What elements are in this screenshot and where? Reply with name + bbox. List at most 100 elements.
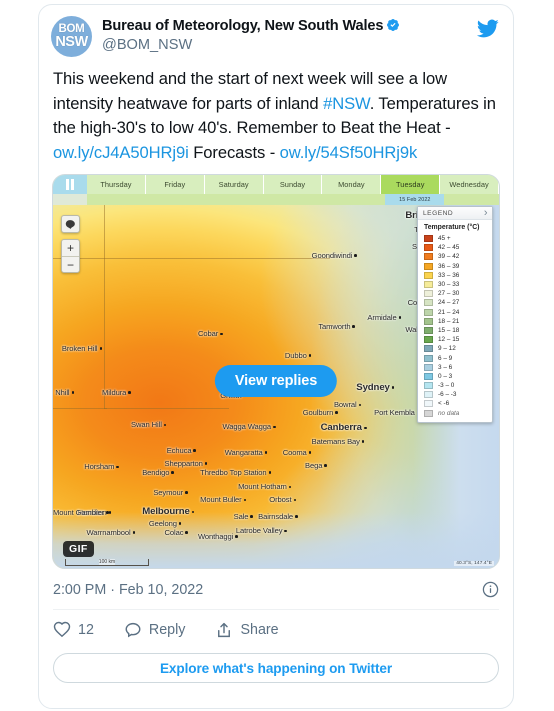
map-city-label: Bairnsdale [258,511,298,521]
map-city-name: Horsham [84,462,115,472]
like-action[interactable]: 12 [53,621,94,639]
legend-swatch [424,354,433,362]
legend-row: 42 – 45 [418,243,492,252]
map-city-label: Mildura [102,388,131,397]
legend-row: 18 – 21 [418,317,492,326]
legend-title: Temperature (°C) [424,224,480,231]
map-city-dot-icon [250,515,254,518]
map-city-dot-icon [273,425,276,429]
map-city-name: Nhill [55,387,70,397]
zoom-in-button[interactable]: + [62,240,79,256]
legend-label: 24 – 27 [438,299,460,307]
pause-icon[interactable] [53,175,87,194]
legend-label: 9 – 12 [438,345,456,353]
border-vic-sa [53,407,107,409]
legend-header[interactable]: LEGEND › [418,207,492,220]
forecast-day-tab-thursday[interactable]: Thursday [87,175,146,194]
map-city-name: Cobar [197,329,219,339]
tweet-timestamp[interactable]: 2:00 PM · Feb 10, 2022 [53,582,203,598]
forecast-day-tab-monday[interactable]: Monday [322,175,382,194]
reply-label: Reply [148,622,186,638]
map-city-name: Orbost [269,495,292,505]
reply-bubble-icon[interactable] [124,621,142,639]
map-city-dot-icon [108,511,112,514]
share-arrow-icon[interactable] [215,621,233,639]
legend-swatch [424,299,433,307]
australia-home-icon[interactable] [61,215,80,233]
avatar-line-2: NSW [55,33,88,50]
explore-twitter-button[interactable]: Explore what's happening on Twitter [53,653,499,683]
map-city-dot-icon [264,451,268,454]
display-name[interactable]: Bureau of Meteorology, New South Wales [102,18,383,34]
forecast-date-chip: 15 Feb 2022 [385,194,445,205]
legend-row: 30 – 33 [418,280,492,289]
chevron-right-icon[interactable]: › [484,208,488,219]
map-city-label: Mount Hotham [238,482,292,492]
map-city-name: Thredbo Top Station [200,467,267,477]
map-legend[interactable]: LEGEND › Temperature (°C) 45 +42 – 45 39 … [417,206,493,423]
zoom-out-button[interactable]: − [62,256,79,272]
map-city-label: Wagga Wagga [222,422,276,432]
map-city-label: Tamworth [318,322,356,331]
map-city-name: Wonthaggi [197,531,234,541]
forecasts-link[interactable]: ow.ly/54Sf50HRj9k [280,143,418,162]
map-city-label: Nhill [55,387,75,397]
map-zoom-controls[interactable]: + − [61,239,80,273]
gif-badge: GIF [63,541,94,557]
legend-row: 15 – 18 [418,326,492,335]
beat-the-heat-link[interactable]: ow.ly/cJ4A50HRj9i [53,143,189,162]
twitter-bird-icon[interactable] [476,17,499,40]
legend-swatch [424,281,433,289]
forecast-day-tab-saturday[interactable]: Saturday [204,175,264,194]
forecast-day-tab-friday[interactable]: Friday [145,175,205,194]
map-city-name: Wagga Wagga [222,422,272,432]
map-city-label: Latrobe Valley [236,526,288,535]
map-city-dot-icon [308,354,312,357]
legend-label: no data [438,409,460,417]
legend-row: 39 – 42 [418,252,492,261]
verified-badge-icon [386,18,400,32]
legend-row: 3 – 6 [418,363,492,372]
forecast-day-tab-wednesday[interactable]: Wednesday [440,175,499,194]
map-city-dot-icon [293,498,297,502]
map-city-dot-icon [191,510,195,514]
map-city-name: Shepparton [164,458,203,468]
legend-swatch [424,317,433,325]
legend-swatch [424,271,433,279]
legend-row: 21 – 24 [418,308,492,317]
map-city-label: Armidale [367,312,402,322]
legend-row: 12 – 15 [418,335,492,344]
legend-row: 9 – 12 [418,344,492,353]
map-city-name: Port Kembla [374,407,415,417]
info-circle-icon[interactable] [482,581,499,598]
explore-section: Explore what's happening on Twitter [39,651,513,683]
share-action[interactable]: Share [215,621,279,639]
avatar[interactable]: BOM NSW [51,16,92,57]
tweet-media-gif[interactable]: Thursday Friday Saturday Sunday Monday Tuesda… [52,174,500,569]
legend-label: 27 – 30 [438,290,460,298]
map-city-name: Bairnsdale [258,511,294,521]
view-replies-button[interactable]: View replies [214,365,338,397]
legend-swatch [424,409,433,417]
legend-swatch [424,262,433,270]
map-city-label: Horsham [84,462,119,471]
legend-label: -3 – 0 [438,382,455,390]
legend-swatch [424,363,433,371]
reply-action[interactable]: Reply [124,621,186,639]
map-city-name: Armidale [367,312,397,322]
map-city-dot-icon [335,410,338,414]
border-nsw-qld [53,257,330,259]
map-city-name: Sale [233,511,249,521]
map-city-label: Cobar [198,329,223,338]
handle[interactable]: @BOM_NSW [102,36,400,55]
map-coordinates: 40.3°S, 147.4°E [454,561,494,566]
tweet-card: BOM NSW Bureau of Meteorology, New South… [38,4,514,709]
forecast-day-tab-sunday[interactable]: Sunday [263,175,323,194]
display-name-row: Bureau of Meteorology, New South Wales [102,17,400,35]
hashtag-nsw-link[interactable]: #NSW [323,94,370,113]
forecast-day-tab-tuesday[interactable]: Tuesday [381,175,441,194]
map-city-dot-icon [268,471,272,474]
heart-icon[interactable] [53,621,71,639]
legend-label: 18 – 21 [438,317,460,325]
map-city-name: Mount Hotham [238,482,287,492]
